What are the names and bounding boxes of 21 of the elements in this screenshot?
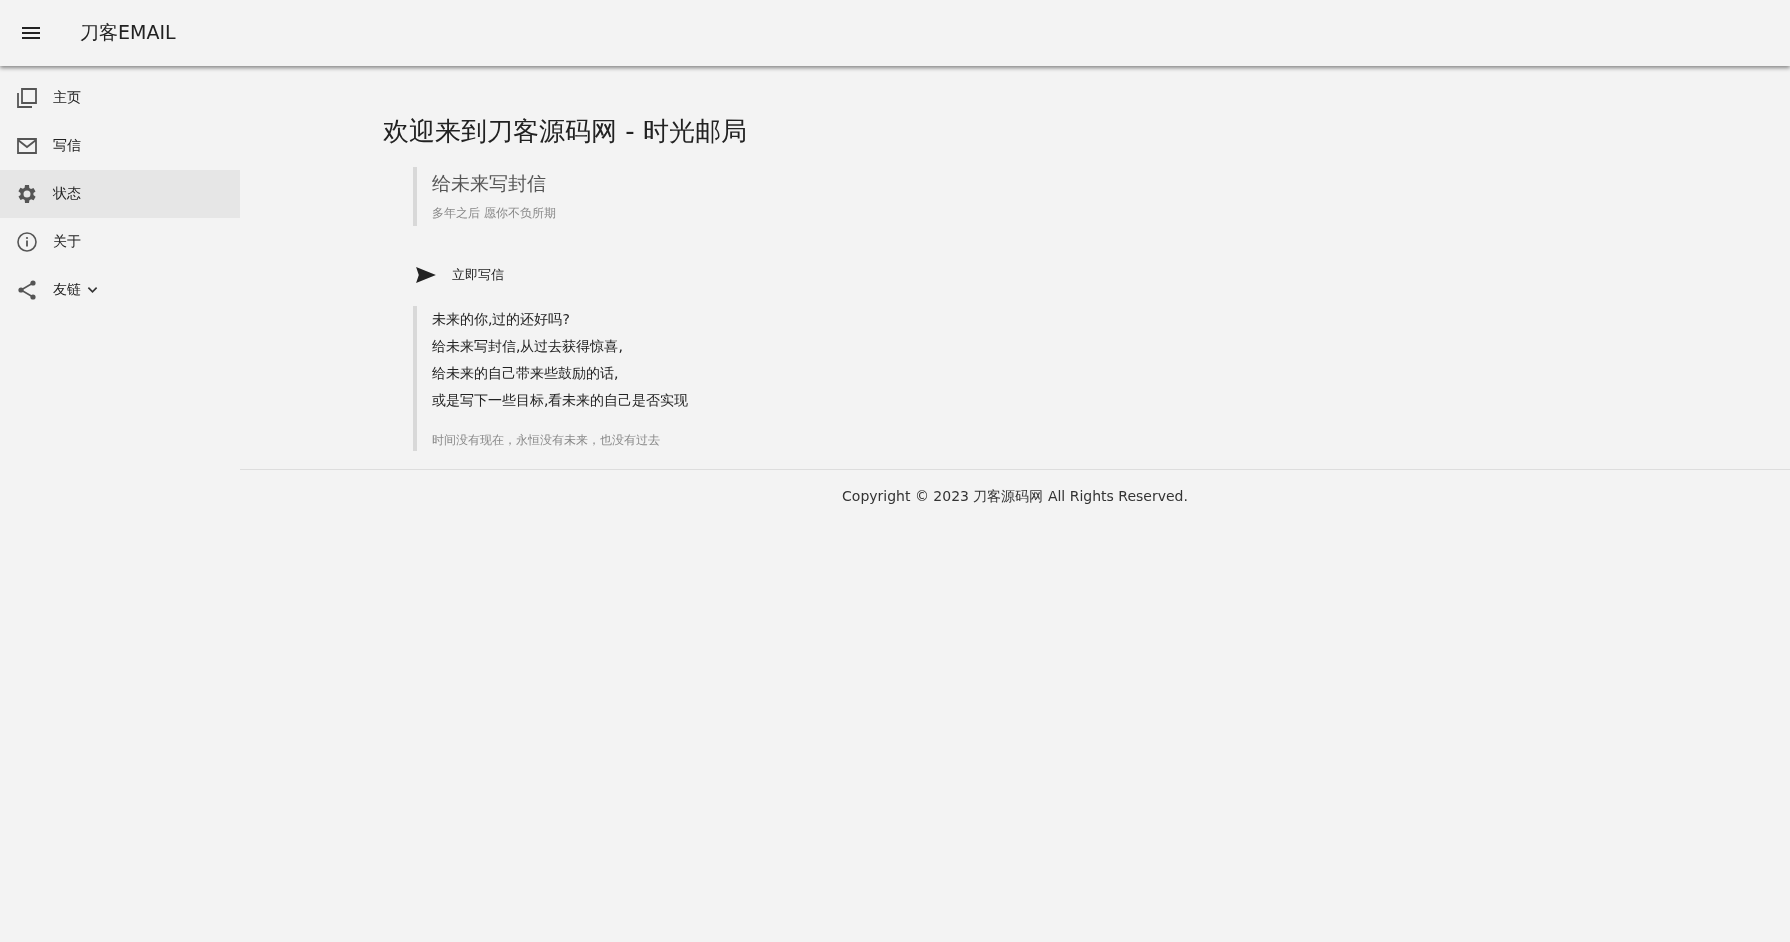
app-title: 刀客EMAIL xyxy=(80,20,176,45)
sidebar-item[interactable]: 主页 xyxy=(0,74,240,122)
quote-line: 给未来写封信,从过去获得惊喜, xyxy=(432,337,624,356)
sidebar-item[interactable]: 状态 xyxy=(0,170,240,218)
intro-heading: 给未来写封信 xyxy=(432,171,547,196)
info-icon xyxy=(15,230,39,254)
menu-icon[interactable] xyxy=(22,27,40,39)
copyright-text: Copyright © 2023 刀客源码网 All Rights Reserved. xyxy=(842,488,1188,504)
send-icon[interactable] xyxy=(415,266,437,284)
share-icon xyxy=(15,278,39,302)
sidebar-item[interactable]: 关于 xyxy=(0,218,240,266)
page-title: 欢迎来到刀客源码网 - 时光邮局 xyxy=(383,115,748,148)
intro-subheading: 多年之后 愿你不负所期 xyxy=(432,205,557,222)
quote-line: 给未来的自己带来些鼓励的话, xyxy=(432,364,620,383)
pages-icon xyxy=(15,86,39,110)
quote-line: 或是写下一些目标,看未来的自己是否实现 xyxy=(432,391,690,410)
quote-line: 未来的你,过的还好吗? xyxy=(432,310,571,329)
sidebar-item[interactable]: 写信 xyxy=(0,122,240,170)
quote-footnote: 时间没有现在，永恒没有未来，也没有过去 xyxy=(432,432,661,449)
write-now-link[interactable]: 立即写信 xyxy=(452,266,504,284)
sidebar-item[interactable]: 友链 xyxy=(0,266,240,314)
